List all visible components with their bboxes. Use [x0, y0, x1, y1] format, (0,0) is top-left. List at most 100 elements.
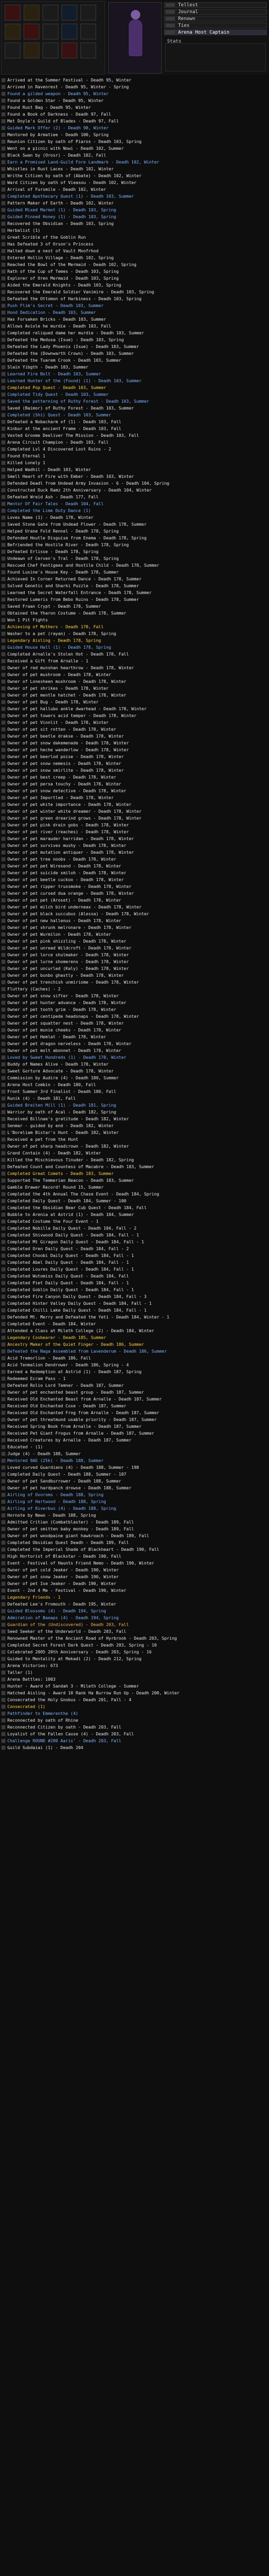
equipment-slot[interactable] [24, 43, 39, 58]
legend-row: Legendary Friends - 1 [0, 1594, 269, 1601]
legend-mark-icon [1, 836, 6, 841]
legend-text: Owner of pet pink drain gobs - Deadh 178… [7, 823, 129, 827]
equipment-slot[interactable] [5, 24, 20, 39]
legend-mark-icon [1, 631, 6, 636]
equipment-slot[interactable] [61, 5, 77, 21]
equipment-slot[interactable] [80, 5, 96, 21]
legend-text: Attended a Class at Mileth College (2) -… [7, 1328, 154, 1333]
legend-row: Sweet Gorture Advocate - Deadh 178, Wint… [0, 1068, 269, 1075]
legend-mark-icon [1, 686, 6, 691]
legend-mark-icon [1, 78, 6, 83]
legend-row: Defeated a Nobacharm of (1) - Deadh 103,… [0, 418, 269, 425]
legend-mark-icon [1, 85, 6, 89]
equipment-slot[interactable] [5, 5, 20, 21]
legend-mark-icon [1, 1076, 6, 1080]
character-head [131, 10, 140, 19]
legend-row: Owner of pet snow detective - Deadh 178,… [0, 788, 269, 794]
equipment-slot[interactable] [61, 43, 77, 58]
equipment-slot[interactable] [43, 43, 58, 58]
equipment-slot[interactable] [43, 5, 58, 21]
legend-mark-icon [1, 953, 6, 957]
legend-mark-icon [1, 1294, 6, 1299]
legend-row: Arena Circuit Champion - Deadh 103, Fall [0, 439, 269, 446]
equipment-slot[interactable] [43, 24, 58, 39]
legend-text: Earn a Promised Land-Guild Fore Landmark… [7, 160, 159, 165]
legend-row: Guild Subdaiai (1) - Deadh 204 [0, 1744, 269, 1751]
legend-text: Consecrated the Holy Gnobus - Deadh 201,… [7, 1698, 132, 1702]
legend-text: Completed Fire Canyon Daily Quest - Dead… [7, 1294, 147, 1299]
legend-row: Defeated the Tuarem Crook - Deadh 103, S… [0, 357, 269, 364]
equipment-slot[interactable] [24, 24, 39, 39]
legend-row: Pattern Maker of Earth - Deadh 102, Wint… [0, 200, 269, 207]
tab-journal[interactable]: Journal [164, 9, 267, 15]
legend-text: Owner of pet winter white dreamer - Dead… [7, 809, 142, 814]
legend-row: Received a pet from the Hunt [0, 1136, 269, 1143]
legend-text: Recovered the Emerald Soldier Vanimire -… [7, 290, 154, 294]
legend-row: Owner of pet smitten baby monkey - Deadh… [0, 1526, 269, 1532]
legend-row: Defeated the Medusa (Isue) - Deadh 103, … [0, 336, 269, 343]
legend-text: Owner of pet lurne shomerens - Deadh 178… [7, 959, 129, 964]
legend-row: Completed Event - Deadh 184, Winter [0, 1321, 269, 1327]
legend-row: Owner of pet Importled - Deadh 178, Wint… [0, 794, 269, 801]
legend-mark-icon [1, 1431, 6, 1436]
legend-text: Arena Victories: 673 [7, 1663, 58, 1668]
legend-mark-icon [1, 1568, 6, 1572]
tab-tellest[interactable]: Tellest [164, 2, 267, 8]
tab-ties[interactable]: Ties [164, 23, 267, 28]
legend-mark-icon [1, 303, 6, 308]
legend-row: L'Boreliam Bistar's Hunt - Deadh 182, Wi… [0, 1129, 269, 1136]
legend-row: Restored Lumeris from Bebo Ruins - Deadh… [0, 596, 269, 603]
legend-row: Completed Piet Daily Quest - Deadh 184, … [0, 1280, 269, 1286]
legend-mark-icon [1, 180, 6, 185]
legend-text: Completed Hinter Valley Daily Quest - De… [7, 1301, 152, 1306]
legend-text: Completed Costume the Four Event - 1 [7, 1219, 99, 1224]
legend-mark-icon [1, 1151, 6, 1156]
profile-header: Tellest Journal Renown Ties Arena Host C… [0, 0, 269, 75]
equipment-slot[interactable] [24, 5, 39, 21]
legend-text: Owner of pet tooth grim - Deadh 178, Win… [7, 1007, 117, 1012]
legend-text: Learned the Secret Waterfall Entrance - … [7, 590, 152, 595]
legend-text: Defeated the Medusa (Isue) - Deadh 103, … [7, 338, 124, 342]
legend-row: Completed Nobilla Daily Quest - Deadh 18… [0, 1225, 269, 1232]
legend-mark-icon [1, 987, 6, 991]
legend-mark-icon [1, 1301, 6, 1306]
legend-row: Received a Gift from Arnalle - 1 [0, 658, 269, 665]
legend-mark-icon [1, 1069, 6, 1074]
equipment-slot[interactable] [80, 24, 96, 39]
legend-mark-icon [1, 727, 6, 732]
legend-text: Herbalist (1) [7, 228, 40, 233]
legend-row: Arrived in Ravenrest - Deadh 95, Winter … [0, 84, 269, 90]
legend-row: Owner of pet trenchish unmiriome - Deadh… [0, 979, 269, 986]
legend-row: Taller (1) [0, 1669, 269, 1676]
legend-row: Redeemed Ecram Pass - 1 [0, 1375, 269, 1382]
legend-text: Owner of pet snow sifter - Deadh 178, Wi… [7, 994, 119, 998]
legend-row: Legendary Cosbearer - Deadh 185, Summer [0, 1334, 269, 1341]
legend-row: Won 1 Pit Fights [0, 617, 269, 623]
legend-mark-icon [1, 713, 6, 718]
legend-row: Consecrated (1) [0, 1703, 269, 1710]
legend-row: Bubble to Arenia at Astrid (1) - Deadh 1… [0, 1211, 269, 1218]
equipment-slot[interactable] [80, 43, 96, 58]
legend-row: Rescued Chef Fentigees and Hostile Child… [0, 562, 269, 569]
tab-arena-host-captain[interactable]: Arena Host Captain [164, 29, 267, 35]
legend-row: Owner of pet lurne shomerens - Deadh 178… [0, 958, 269, 965]
legend-text: Found Luxine's House Key - Deadh 178, Su… [7, 570, 119, 575]
legend-mark-icon [1, 324, 6, 329]
legend-text: Owner of pet heche wanderlow - Deadh 178… [7, 748, 129, 752]
tab-renown[interactable]: Renown [164, 16, 267, 22]
legend-row: Airling of Riverbus (4) - Deadh 188, Spr… [0, 1505, 269, 1512]
legend-text: Defeated a Nobacharm of (1) - Deadh 103,… [7, 420, 121, 424]
equipment-slot[interactable] [61, 24, 77, 39]
legend-mark-icon [1, 918, 6, 923]
legend-row: Earned a Redemption at Astrid (1) - Dead… [0, 1368, 269, 1375]
legend-row: Celebrated 2005 20th Anniversary - Deadh… [0, 1649, 269, 1655]
legend-row: Hatched Aisling - Award 10 Rank Ha Burro… [0, 1690, 269, 1696]
legend-mark-icon [1, 338, 6, 342]
legend-row: Guided Mark Offer (2) - Deadh 98, Winter [0, 125, 269, 131]
legend-row: Owner of pet hunter advance - Deadh 178,… [0, 999, 269, 1006]
legend-mark-icon [1, 146, 6, 151]
legend-text: Saved (Baimor) of Ruthy Forest - Deadh 1… [7, 406, 134, 411]
legend-mark-icon [1, 1445, 6, 1449]
legend-row: Owner of pet shrunk melronare - Deadh 17… [0, 924, 269, 931]
equipment-slot[interactable] [5, 43, 20, 58]
